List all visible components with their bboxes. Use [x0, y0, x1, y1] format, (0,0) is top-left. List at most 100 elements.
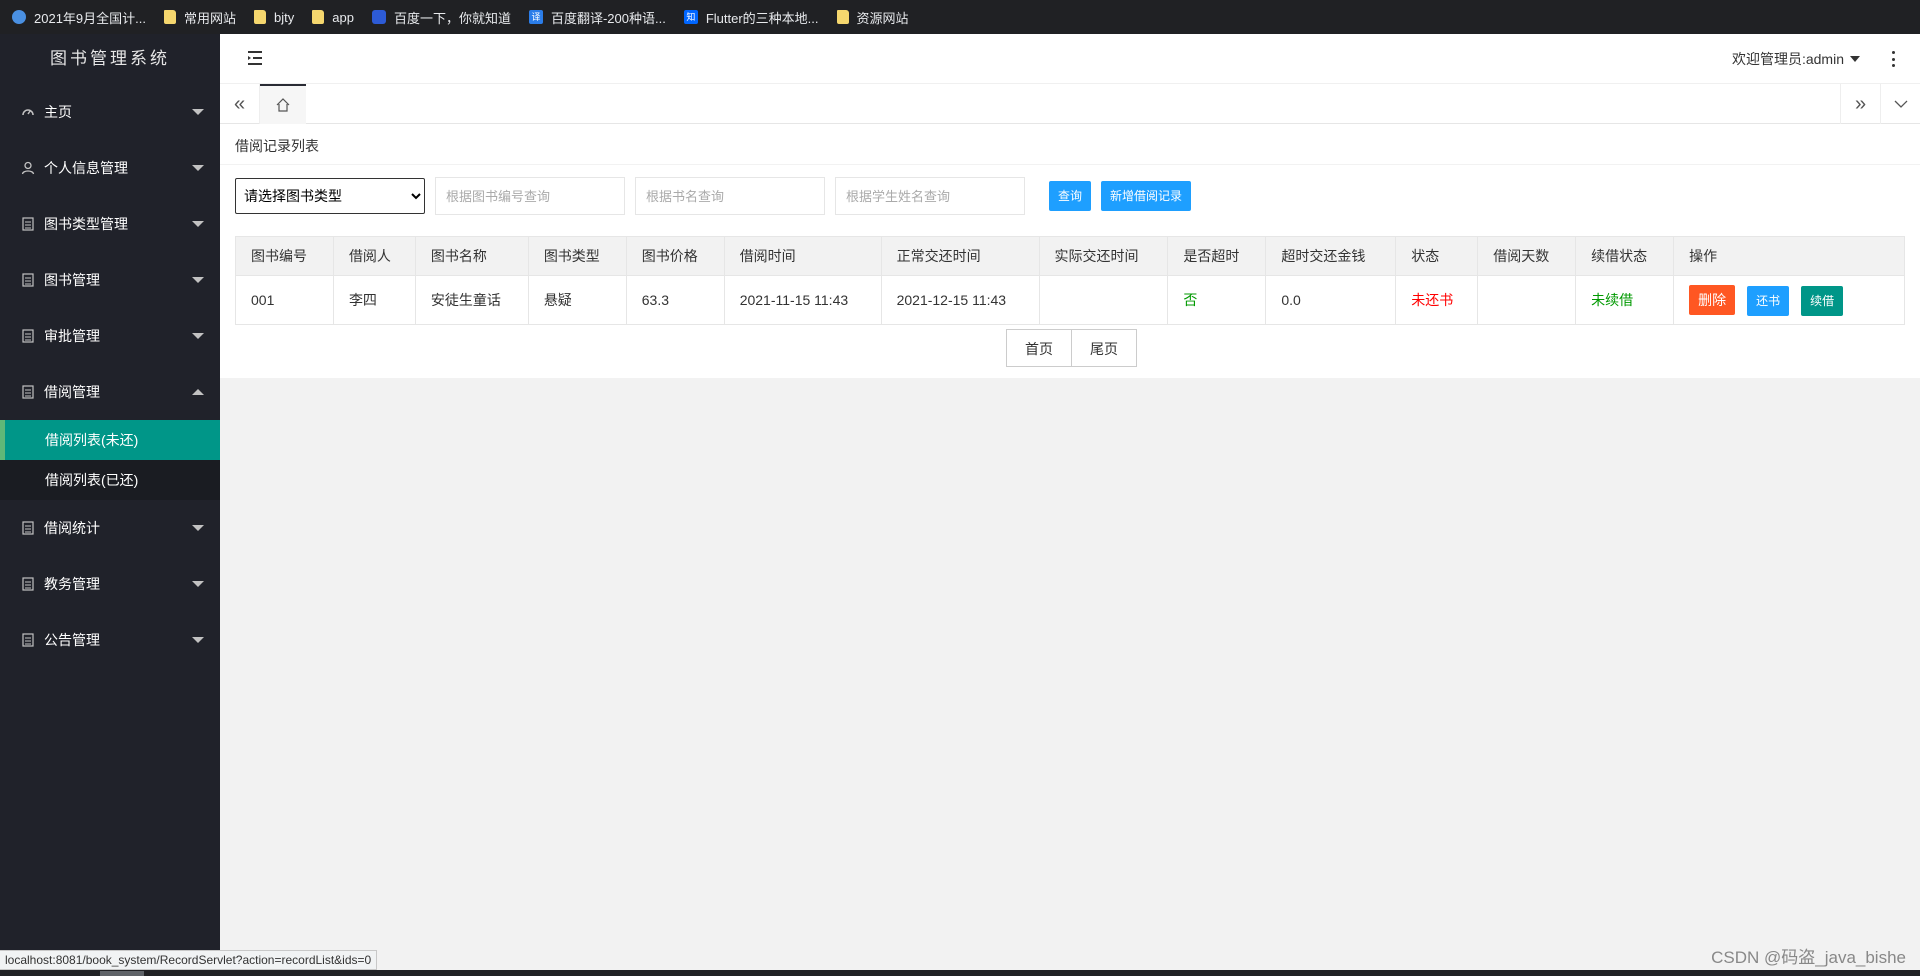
- book-id-search-input[interactable]: [435, 177, 625, 215]
- doc-icon: [20, 520, 36, 536]
- last-page-link[interactable]: 尾页: [1072, 329, 1137, 367]
- book-name-search-input[interactable]: [635, 177, 825, 215]
- user-menu[interactable]: 欢迎管理员:admin: [1732, 34, 1860, 84]
- column-header: 状态: [1395, 236, 1479, 276]
- cell-renew-status: 未续借: [1575, 275, 1675, 325]
- zhihu-icon: 知: [683, 10, 698, 24]
- bookmark-item[interactable]: app: [312, 10, 354, 25]
- cell-borrow-time: 2021-11-15 11:43: [723, 275, 882, 325]
- app-logo: 图书管理系统: [50, 49, 170, 68]
- bookmark-item[interactable]: 2021年9月全国计...: [12, 8, 146, 27]
- cell-status: 未还书: [1395, 275, 1479, 325]
- table-row: 001 李四 安徒生童话 悬疑 63.3 2021-11-15 11:43 20…: [235, 275, 1905, 325]
- chevron-down-icon: [192, 333, 204, 339]
- sidebar-item-book-types[interactable]: 图书类型管理: [0, 196, 220, 252]
- sidebar-item-borrow[interactable]: 借阅管理: [0, 364, 220, 420]
- doc-icon: [20, 632, 36, 648]
- sidebar: 图书管理系统 主页 个人信息管理 图书类型管理 图书管理 审批管理 借阅管理 借…: [0, 34, 220, 976]
- sidebar-item-home[interactable]: 主页: [0, 84, 220, 140]
- book-type-select[interactable]: 请选择图书类型: [235, 178, 425, 214]
- sidebar-item-books[interactable]: 图书管理: [0, 252, 220, 308]
- browser-status-url: localhost:8081/book_system/RecordServlet…: [0, 950, 378, 970]
- divider: [220, 164, 1920, 165]
- welcome-text: 欢迎管理员:admin: [1731, 51, 1844, 67]
- column-header: 操作: [1673, 236, 1905, 276]
- cell-due-time: 2021-12-15 11:43: [880, 275, 1040, 325]
- bookmark-item[interactable]: 知 Flutter的三种本地...: [683, 8, 819, 27]
- chevron-down-icon: [192, 109, 204, 115]
- folder-icon: [836, 10, 849, 24]
- tabs-bar: « »: [220, 84, 1920, 124]
- add-borrow-record-button[interactable]: 新增借阅记录: [1101, 181, 1192, 211]
- chevron-down-icon: [192, 221, 204, 227]
- filter-bar: 请选择图书类型 查询 新增借阅记录: [235, 177, 1192, 215]
- cell-borrower: 李四: [332, 275, 416, 325]
- delete-button[interactable]: 删除: [1689, 284, 1736, 315]
- pagination: 首页 尾页: [1006, 329, 1137, 367]
- borrow-records-table: 图书编号 借阅人 图书名称 图书类型 图书价格 借阅时间 正常交还时间 实际交还…: [235, 236, 1905, 325]
- sidebar-item-academic[interactable]: 教务管理: [0, 556, 220, 612]
- bookmark-item[interactable]: 百度一下，你就知道: [371, 8, 511, 27]
- cell-fine: 0.0: [1265, 275, 1397, 325]
- tabs-scroll-left-icon[interactable]: «: [220, 84, 260, 124]
- column-header: 是否超时: [1167, 236, 1267, 276]
- sidebar-item-notices[interactable]: 公告管理: [0, 612, 220, 668]
- bookmark-item[interactable]: 译百度翻译-200种语...: [528, 8, 666, 27]
- baidu-icon: [371, 10, 386, 24]
- column-header: 图书类型: [527, 236, 627, 276]
- cell-days: [1477, 275, 1577, 325]
- sidebar-item-approval[interactable]: 审批管理: [0, 308, 220, 364]
- more-icon[interactable]: [1892, 51, 1896, 67]
- sidebar-item-borrow-returned[interactable]: 借阅列表(已还): [0, 460, 220, 500]
- sidebar-item-borrow-unreturned[interactable]: 借阅列表(未还): [0, 420, 220, 460]
- doc-icon: [20, 328, 36, 344]
- cell-book-id: 001: [235, 275, 334, 325]
- watermark: CSDN @码盗_java_bishe: [1711, 948, 1906, 967]
- bookmark-item[interactable]: 常用网站: [164, 8, 236, 27]
- bookmark-item[interactable]: 资源网站: [836, 8, 909, 27]
- table-header-row: 图书编号 借阅人 图书名称 图书类型 图书价格 借阅时间 正常交还时间 实际交还…: [235, 236, 1905, 276]
- doc-icon: [20, 272, 36, 288]
- sidebar-item-statistics[interactable]: 借阅统计: [0, 500, 220, 556]
- column-header: 续借状态: [1575, 236, 1675, 276]
- student-name-search-input[interactable]: [835, 177, 1025, 215]
- bookmark-item[interactable]: bjty: [254, 10, 294, 25]
- tabs-menu-chevron-icon[interactable]: [1880, 84, 1920, 124]
- column-header: 正常交还时间: [880, 236, 1040, 276]
- breadcrumb: 借阅记录列表: [235, 138, 319, 154]
- folder-icon: [164, 10, 176, 24]
- cell-book-name: 安徒生童话: [414, 275, 529, 325]
- cell-book-type: 悬疑: [527, 275, 627, 325]
- bookmarks-bar: 2021年9月全国计... 常用网站 bjty app 百度一下，你就知道 译百…: [0, 0, 1920, 34]
- column-header: 图书编号: [235, 236, 334, 276]
- dashboard-icon: [20, 104, 36, 120]
- column-header: 实际交还时间: [1038, 236, 1169, 276]
- column-header: 借阅时间: [723, 236, 882, 276]
- sidebar-submenu-borrow: 借阅列表(未还) 借阅列表(已还): [0, 420, 220, 500]
- doc-icon: [20, 384, 36, 400]
- return-book-button[interactable]: 还书: [1747, 285, 1790, 316]
- first-page-link[interactable]: 首页: [1006, 329, 1072, 367]
- column-header: 图书名称: [414, 236, 529, 276]
- chevron-down-icon: [192, 637, 204, 643]
- doc-icon: [20, 576, 36, 592]
- cell-return-time: [1038, 275, 1169, 325]
- chevron-down-icon: [192, 581, 204, 587]
- doc-icon: [20, 216, 36, 232]
- top-header: 欢迎管理员:admin: [220, 34, 1920, 84]
- column-header: 超时交还金钱: [1265, 236, 1397, 276]
- sidebar-toggle-icon[interactable]: [248, 51, 264, 65]
- taskbar-strip: [0, 970, 1920, 976]
- tabs-scroll-right-icon[interactable]: »: [1840, 84, 1880, 124]
- chevron-down-icon: [192, 165, 204, 171]
- sidebar-item-profile[interactable]: 个人信息管理: [0, 140, 220, 196]
- main-content: 借阅记录列表 请选择图书类型 查询 新增借阅记录 图书编号 借阅人 图书名称 图…: [220, 124, 1920, 378]
- renew-button[interactable]: 续借: [1801, 285, 1844, 316]
- cell-price: 63.3: [625, 275, 725, 325]
- column-header: 借阅天数: [1477, 236, 1577, 276]
- tab-home[interactable]: [260, 84, 306, 124]
- folder-icon: [254, 10, 267, 24]
- column-header: 图书价格: [625, 236, 725, 276]
- globe-icon: [12, 10, 26, 24]
- query-button[interactable]: 查询: [1049, 181, 1092, 211]
